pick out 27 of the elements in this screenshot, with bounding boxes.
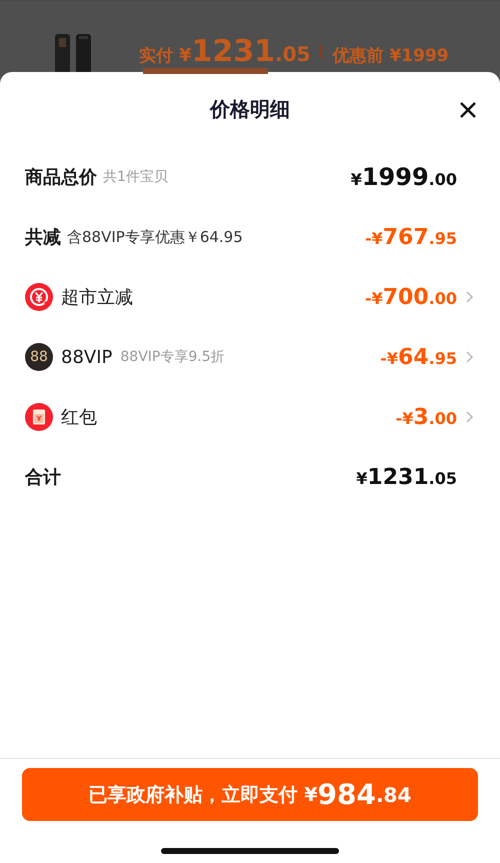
row-label: 商品总价 bbox=[25, 166, 97, 189]
row-note: 共1件宝贝 bbox=[103, 168, 168, 186]
paid-amount: ¥1231.05 bbox=[179, 34, 310, 69]
envelope-icon bbox=[25, 403, 53, 431]
sheet-title: 价格明细 bbox=[210, 96, 290, 122]
row-label: 合计 bbox=[25, 466, 61, 489]
row-note: 含88VIP专享优惠￥64.95 bbox=[67, 228, 243, 246]
row-label: 88VIP bbox=[61, 346, 112, 368]
price-amount: ¥1231.05 bbox=[356, 464, 457, 490]
price-amount: -¥700.00 bbox=[364, 284, 457, 310]
coin-icon bbox=[25, 283, 53, 311]
row-label: 超市立减 bbox=[61, 286, 133, 309]
row-label: 共减 bbox=[25, 226, 61, 249]
discount-row[interactable]: 红包 -¥3.00 bbox=[0, 387, 500, 447]
price-amount: -¥767.95 bbox=[364, 224, 457, 250]
discount-row[interactable]: 88 88VIP 88VIP专享9.5折 -¥64.95 bbox=[0, 327, 500, 387]
price-amount: -¥3.00 bbox=[396, 404, 457, 430]
vip-badge-icon: 88 bbox=[25, 343, 53, 371]
original-price-label: 优惠前 bbox=[332, 45, 384, 67]
discount-row[interactable]: 超市立减 -¥700.00 bbox=[0, 267, 500, 327]
row-label: 红包 bbox=[61, 406, 97, 429]
price-amount: ¥1999.00 bbox=[350, 163, 457, 191]
original-price: ¥1999 bbox=[389, 46, 449, 66]
paid-label: 实付 bbox=[139, 45, 173, 67]
price-amount: -¥64.95 bbox=[380, 344, 457, 370]
close-button[interactable] bbox=[458, 100, 478, 120]
row-note: 88VIP专享9.5折 bbox=[120, 348, 225, 366]
